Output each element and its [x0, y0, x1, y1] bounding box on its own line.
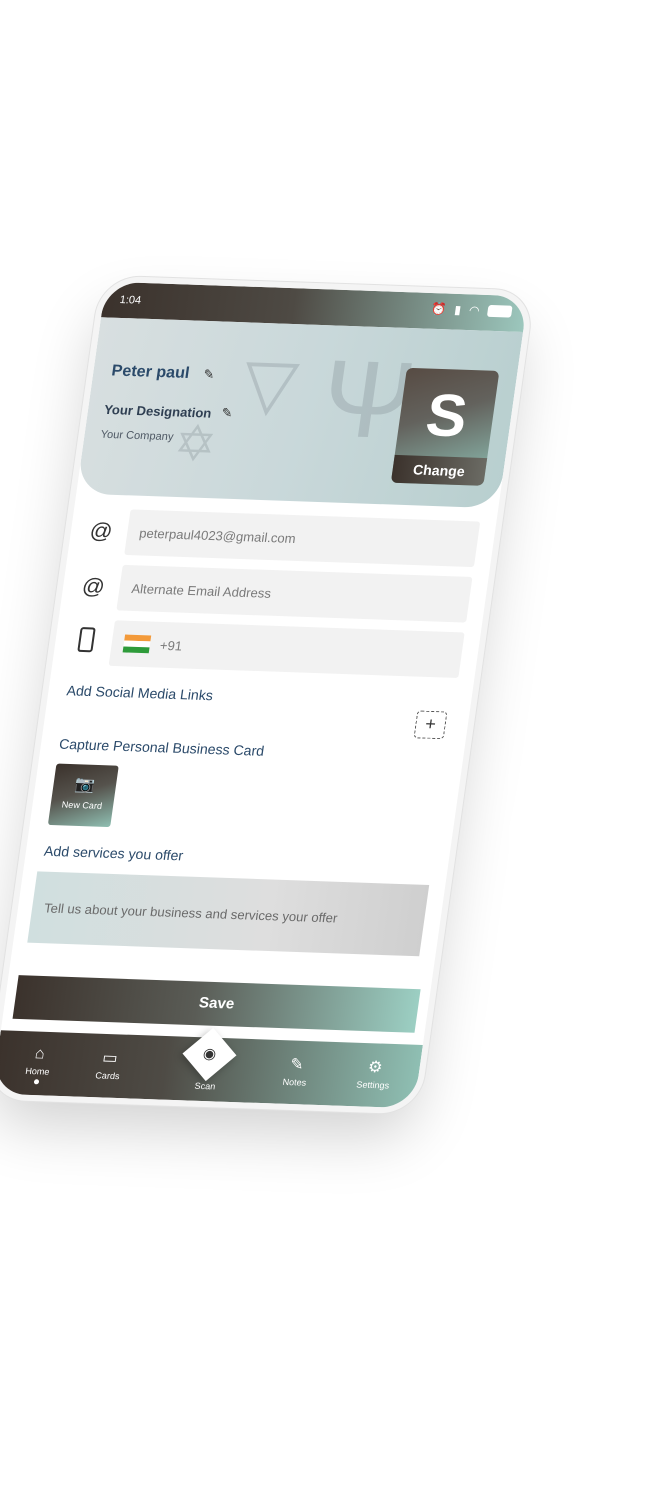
profile-header: ▽ ✡ Ψ Peter paul ✎ Your Designation ✎ Yo…	[76, 317, 524, 509]
alt-email-field[interactable]: Alternate Email Address	[116, 564, 473, 623]
profile-name: Peter paul	[110, 362, 191, 383]
home-icon: ⌂	[33, 1045, 46, 1063]
new-card-button[interactable]: 📷 New Card	[47, 763, 119, 828]
edit-name-icon[interactable]: ✎	[202, 367, 215, 383]
alarm-icon: ⏰	[430, 301, 448, 317]
triangle-decoration: ▽	[237, 344, 303, 424]
email-field[interactable]: peterpaul4023@gmail.com	[124, 509, 481, 568]
designation-row: Your Designation ✎	[103, 401, 233, 421]
change-logo-button[interactable]: Change	[390, 454, 488, 486]
nav-home[interactable]: ⌂ Home	[6, 1045, 72, 1086]
nav-cards[interactable]: ▭ Cards	[77, 1047, 142, 1082]
email-row: @ peterpaul4023@gmail.com	[82, 508, 481, 568]
name-row: Peter paul ✎	[110, 362, 215, 383]
phone-field[interactable]: +91	[108, 620, 465, 679]
edit-designation-icon[interactable]: ✎	[220, 405, 234, 421]
nav-scan[interactable]: ◉ Scan	[174, 1027, 240, 1092]
profile-company: Your Company	[99, 428, 175, 444]
phone-mockup: 1:04 ⏰ ▮ ◠ ▽ ✡ Ψ Peter paul ✎ Your Desig…	[0, 281, 529, 1109]
notes-icon: ✎	[288, 1056, 305, 1074]
logo-letter: S	[421, 381, 472, 450]
save-button[interactable]: Save	[12, 975, 421, 1033]
services-label: Add services you offer	[43, 842, 185, 864]
active-indicator	[33, 1079, 39, 1085]
cards-icon: ▭	[101, 1049, 119, 1068]
signal-icon: ▮	[453, 302, 463, 317]
alt-email-row: @ Alternate Email Address	[74, 563, 473, 623]
camera-icon: ◉	[201, 1045, 218, 1063]
nav-notes[interactable]: ✎ Notes	[264, 1054, 329, 1089]
company-logo[interactable]: S Change	[390, 367, 500, 486]
settings-icon: ⚙	[366, 1059, 384, 1077]
capture-card-label: Capture Personal Business Card	[58, 735, 266, 759]
status-time: 1:04	[118, 294, 142, 307]
at-icon: @	[80, 573, 107, 599]
status-icons: ⏰ ▮ ◠	[430, 301, 513, 319]
social-links-label: Add Social Media Links	[65, 682, 215, 704]
camera-icon: 📷	[73, 776, 96, 794]
india-flag-icon[interactable]	[122, 634, 152, 654]
bottom-nav: ⌂ Home ▭ Cards ◉ Scan ✎ Notes ⚙ Settings	[0, 1027, 423, 1109]
services-textarea[interactable]: Tell us about your business and services…	[27, 871, 430, 957]
phone-screen: 1:04 ⏰ ▮ ◠ ▽ ✡ Ψ Peter paul ✎ Your Desig…	[0, 281, 529, 1109]
wifi-icon: ◠	[468, 303, 481, 318]
phone-code: +91	[158, 637, 184, 653]
battery-icon	[486, 304, 513, 318]
star-decoration: ✡	[170, 415, 221, 473]
new-card-label: New Card	[61, 799, 103, 811]
nav-settings[interactable]: ⚙ Settings	[342, 1056, 407, 1091]
at-icon: @	[88, 517, 115, 544]
phone-row: +91	[66, 619, 465, 679]
scan-button[interactable]: ◉	[182, 1027, 237, 1082]
add-social-link-button[interactable]: +	[413, 710, 448, 740]
profile-designation: Your Designation	[103, 401, 213, 421]
mobile-icon	[67, 626, 103, 658]
